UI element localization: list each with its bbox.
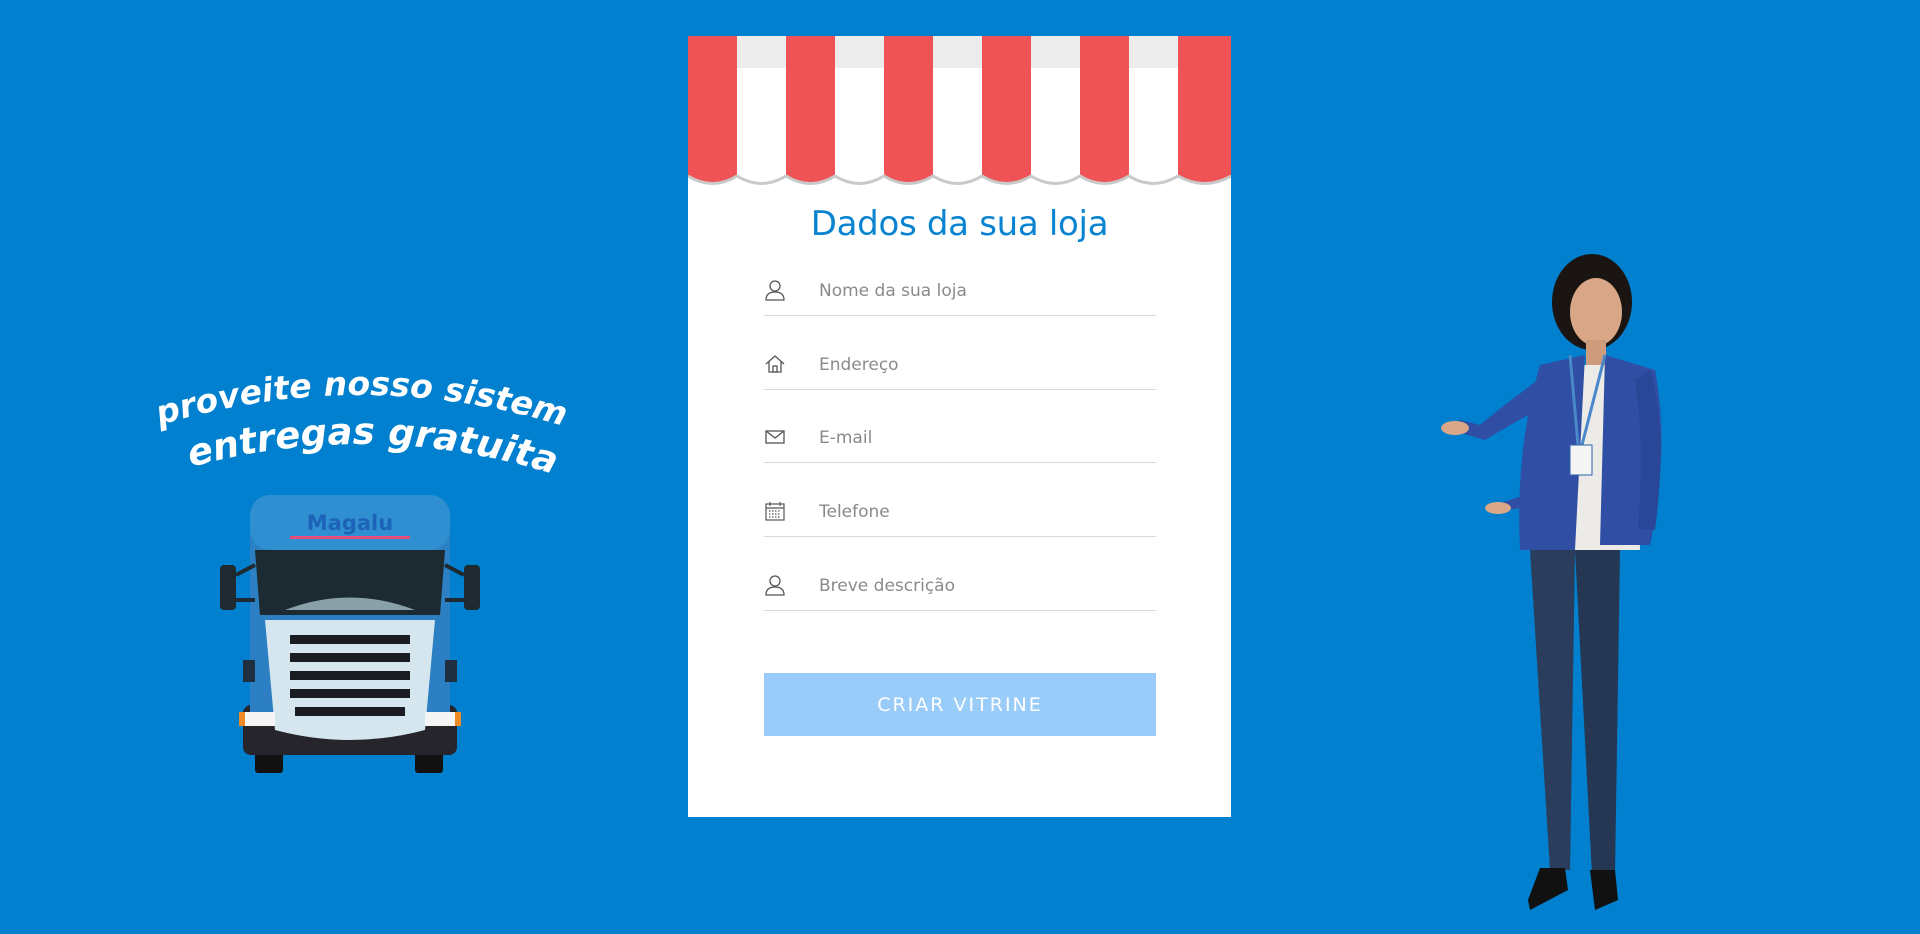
phone-input[interactable] — [817, 496, 1151, 528]
promo-banner: Aproveite nosso sistema de entregas grat… — [134, 321, 572, 485]
mail-icon — [764, 426, 786, 448]
store-form-card: Dados da sua loja Nome da sua loja Ender… — [688, 36, 1231, 817]
phone-field — [764, 490, 1156, 537]
promo-text: Aproveite nosso sistema de entregas grat… — [134, 321, 572, 483]
assistant-character — [1400, 250, 1700, 930]
user-icon — [764, 279, 786, 301]
description-input[interactable] — [817, 570, 1151, 602]
email-field — [764, 416, 1156, 463]
address-field — [764, 343, 1156, 390]
awning-decoration — [688, 36, 1231, 186]
form-title: Dados da sua loja — [810, 204, 1109, 244]
description-field — [764, 564, 1156, 611]
calendar-icon — [764, 500, 786, 522]
store-name-field — [764, 269, 1156, 316]
address-input[interactable] — [817, 349, 1151, 381]
truck-brand-text: Magalu — [307, 511, 393, 535]
truck-illustration: Magalu — [215, 490, 485, 785]
email-input[interactable] — [817, 422, 1151, 454]
create-storefront-button[interactable]: CRIAR VITRINE — [764, 673, 1156, 736]
store-name-input[interactable] — [817, 275, 1151, 307]
user-icon — [764, 574, 786, 596]
home-icon — [764, 353, 786, 375]
